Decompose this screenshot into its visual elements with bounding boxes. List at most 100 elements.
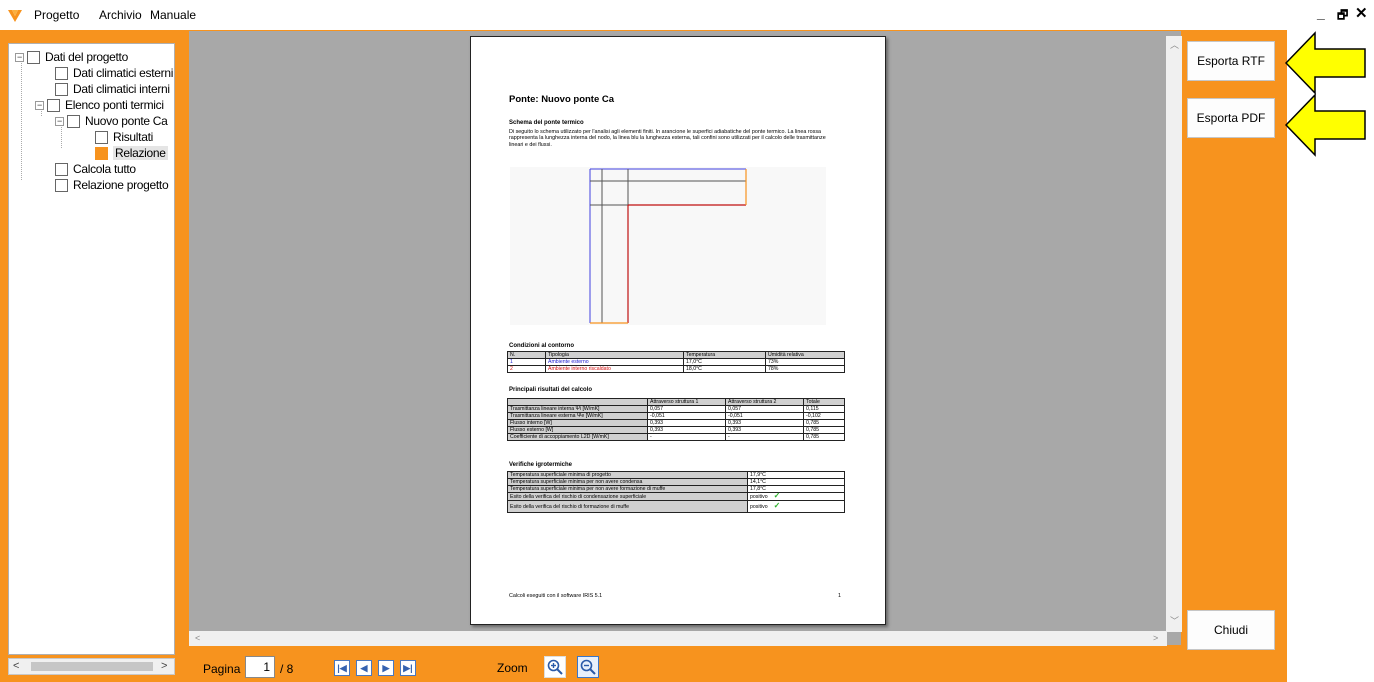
table-row: Flusso esterno [W] 0,393 0,393 0,785 xyxy=(507,426,845,434)
scrollbar-thumb[interactable] xyxy=(31,662,153,671)
table-cell: Esito della verifica del rischio di form… xyxy=(507,500,748,513)
collapse-icon[interactable]: − xyxy=(15,52,24,62)
scroll-left-icon[interactable]: < xyxy=(195,633,200,643)
tree-item-nuovo-ponte[interactable]: − Nuovo ponte Ca xyxy=(55,113,168,129)
checkbox[interactable] xyxy=(55,66,68,80)
table-header-cell: N. xyxy=(507,351,546,359)
tree-item-clima-interni[interactable]: Dati climatici interni xyxy=(55,81,170,97)
page-footer-number: 1 xyxy=(838,593,841,599)
checkbox[interactable] xyxy=(55,178,68,192)
table-row: Flusso interno [W] 0,393 0,393 0,785 xyxy=(507,419,845,427)
table-header-cell: Attraverso struttura 1 xyxy=(647,398,726,406)
tree-item-dati-progetto[interactable]: − Dati del progetto xyxy=(15,49,128,65)
checkbox[interactable] xyxy=(67,114,80,128)
table-cell: Trasmittanza lineare esterna Ψe [W/mK] xyxy=(507,412,648,420)
scroll-right-icon[interactable]: > xyxy=(1153,633,1158,643)
table-cell: 1 xyxy=(507,358,546,366)
tree-item-elenco-ponti[interactable]: − Elenco ponti termici xyxy=(35,97,164,113)
next-page-button[interactable]: ▶ xyxy=(378,660,394,676)
table-cell: 17,9°C xyxy=(747,471,845,479)
table-cell: 0,393 xyxy=(647,426,726,434)
table-header-cell: Temperatura xyxy=(683,351,766,359)
table-cell: Ambiente esterno xyxy=(545,358,684,366)
document-title: Ponte: Nuovo ponte Ca xyxy=(509,94,615,105)
table-cell: 78% xyxy=(765,365,845,373)
table-cell: Temperatura superficiale minima per non … xyxy=(507,485,748,493)
table-header-row: Attraverso struttura 1 Attraverso strutt… xyxy=(507,398,845,406)
tree-item-relazione-progetto[interactable]: Relazione progetto xyxy=(55,177,169,193)
table-cell: -0,051 xyxy=(725,412,804,420)
table-header-cell xyxy=(507,398,648,406)
table-cell: 0,785 xyxy=(803,426,845,434)
tree-item-clima-esterni[interactable]: Dati climatici esterni xyxy=(55,65,173,81)
menu-bar: Progetto Archivio Manuale _ 🗗 ✕ xyxy=(0,0,1374,30)
checkbox[interactable] xyxy=(27,50,40,64)
table-cell: 0,393 xyxy=(725,419,804,427)
schema-description: Di seguito lo schema utilizzato per l'an… xyxy=(509,129,826,148)
prev-page-button[interactable]: ◀ xyxy=(356,660,372,676)
table-cell: 0,393 xyxy=(647,419,726,427)
table-cell: Temperatura superficiale minima per non … xyxy=(507,478,748,486)
menu-manuale[interactable]: Manuale xyxy=(150,8,196,22)
scroll-left-icon[interactable]: < xyxy=(13,660,19,672)
collapse-icon[interactable]: − xyxy=(55,116,64,126)
table-row: Temperatura superficiale minima di proge… xyxy=(507,471,845,479)
conditions-heading: Condizioni al contorno xyxy=(509,343,574,349)
collapse-icon[interactable]: − xyxy=(35,100,44,110)
scroll-right-icon[interactable]: > xyxy=(161,660,167,672)
restore-button[interactable]: 🗗 xyxy=(1337,6,1348,27)
tree-item-relazione[interactable]: Relazione xyxy=(95,145,168,161)
menu-archivio[interactable]: Archivio xyxy=(99,8,142,22)
tree-item-calcola-tutto[interactable]: Calcola tutto xyxy=(55,161,136,177)
minimize-button[interactable]: _ xyxy=(1317,5,1325,21)
app-logo-icon xyxy=(8,10,22,22)
table-cell: Esito della verifica del rischio di cond… xyxy=(507,492,748,501)
hygro-heading: Verifiche igrotermiche xyxy=(509,462,573,468)
table-header-cell: Attraverso struttura 2 xyxy=(725,398,804,406)
page-total: / 8 xyxy=(280,662,294,676)
first-page-button[interactable]: |◀ xyxy=(334,660,350,676)
last-page-button[interactable]: ▶| xyxy=(400,660,416,676)
table-cell: 73% xyxy=(765,358,845,366)
viewer-vertical-scrollbar[interactable]: ︿ ﹀ xyxy=(1166,36,1182,632)
close-button[interactable]: Chiudi xyxy=(1187,610,1275,650)
result-value: positivo xyxy=(750,494,768,500)
table-cell: 18,0°C xyxy=(683,365,766,373)
results-table: Attraverso struttura 1 Attraverso strutt… xyxy=(507,398,845,441)
page-footer: Calcoli eseguiti con il software IRIS 5.… xyxy=(509,593,603,599)
table-header-cell: Totale xyxy=(803,398,845,406)
table-cell: - xyxy=(725,433,804,441)
checkbox[interactable] xyxy=(55,82,68,96)
table-cell: Temperatura superficiale minima di proge… xyxy=(507,471,748,479)
table-row: Esito della verifica del rischio di cond… xyxy=(507,491,845,501)
scroll-down-icon[interactable]: ﹀ xyxy=(1170,614,1179,627)
close-window-button[interactable]: ✕ xyxy=(1355,4,1368,22)
checkbox-selected[interactable] xyxy=(95,146,108,160)
table-cell: - xyxy=(647,433,726,441)
table-cell: Flusso esterno [W] xyxy=(507,426,648,434)
table-cell: Ambiente interno riscaldato xyxy=(545,365,684,373)
zoom-out-button[interactable] xyxy=(577,656,599,678)
checkbox[interactable] xyxy=(95,130,108,144)
export-pdf-button[interactable]: Esporta PDF xyxy=(1187,98,1275,138)
next-page-icon: ▶ xyxy=(382,662,390,673)
table-row: Trasmittanza lineare esterna Ψe [W/mK] -… xyxy=(507,412,845,420)
tree-item-risultati[interactable]: Risultati xyxy=(95,129,153,145)
arrow-left-icon xyxy=(1285,31,1366,95)
conditions-table: N. Tipologia Temperatura Umidità relativ… xyxy=(507,351,845,373)
zoom-in-button[interactable] xyxy=(544,656,566,678)
table-cell: 17,8°C xyxy=(747,485,845,493)
checkbox[interactable] xyxy=(47,98,60,112)
tree-horizontal-scrollbar[interactable]: < > xyxy=(8,658,175,675)
schema-heading: Schema del ponte termico xyxy=(509,120,584,126)
scroll-up-icon[interactable]: ︿ xyxy=(1170,38,1179,51)
checkbox[interactable] xyxy=(55,162,68,176)
results-heading: Principali risultati del calcolo xyxy=(509,387,593,393)
export-rtf-button[interactable]: Esporta RTF xyxy=(1187,41,1275,81)
page-number-input[interactable] xyxy=(245,656,275,678)
check-icon: ✓ xyxy=(773,491,781,500)
zoom-label: Zoom xyxy=(497,661,528,675)
menu-progetto[interactable]: Progetto xyxy=(34,8,79,22)
viewer-horizontal-scrollbar[interactable]: < > xyxy=(189,631,1167,646)
table-cell: 17,0°C xyxy=(683,358,766,366)
